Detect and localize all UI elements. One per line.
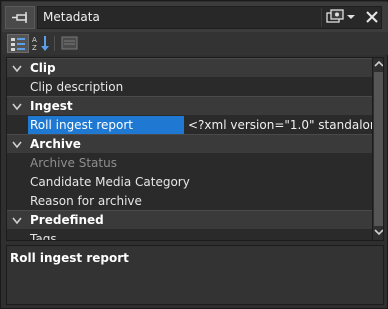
- property-row-selected[interactable]: Roll ingest report <?xml version="1.0" s…: [7, 116, 372, 135]
- section-archive[interactable]: Archive: [7, 134, 372, 153]
- metadata-panel: Metadata A Z Clip Clip description Inges…: [0, 0, 388, 309]
- vertical-scrollbar[interactable]: [372, 58, 384, 240]
- scroll-up-icon[interactable]: [374, 60, 384, 68]
- section-label: Ingest: [30, 99, 73, 113]
- property-label: Candidate Media Category: [30, 175, 190, 189]
- pin-icon: [12, 12, 27, 23]
- description-title: Roll ingest report: [10, 251, 129, 265]
- property-row[interactable]: Clip description: [7, 78, 372, 97]
- pin-button[interactable]: [5, 6, 35, 29]
- toolbar: A Z: [2, 32, 388, 55]
- description-panel: Roll ingest report: [6, 245, 384, 305]
- alphabetical-sort-icon: A Z: [32, 36, 49, 52]
- section-predefined[interactable]: Predefined: [7, 210, 372, 229]
- settings-dropdown-icon: [326, 9, 355, 23]
- property-label: Tags: [30, 232, 57, 241]
- property-row[interactable]: Tags: [7, 230, 372, 241]
- property-label: Clip description: [30, 80, 124, 94]
- close-button[interactable]: [363, 8, 381, 27]
- scroll-down-icon[interactable]: [374, 228, 384, 236]
- section-ingest[interactable]: Ingest: [7, 96, 372, 115]
- chevron-down-icon[interactable]: [12, 217, 22, 225]
- panel-menu-button[interactable]: [321, 8, 359, 27]
- panel-title: Metadata: [43, 10, 100, 24]
- property-grid: Clip Clip description Ingest Roll ingest…: [6, 57, 384, 241]
- toolbar-separator: [54, 36, 55, 51]
- categorized-view-icon: [11, 38, 25, 51]
- property-row[interactable]: Archive Status: [7, 154, 372, 173]
- property-label: Roll ingest report: [30, 118, 133, 132]
- alphabetical-sort-button[interactable]: A Z: [30, 34, 52, 53]
- property-value[interactable]: <?xml version="1.0" standalone=": [188, 118, 372, 132]
- property-row[interactable]: Candidate Media Category: [7, 173, 372, 192]
- selection-highlight: Roll ingest report: [28, 116, 184, 134]
- panel-tab[interactable]: Metadata: [37, 6, 382, 29]
- chevron-down-icon[interactable]: [12, 141, 22, 149]
- section-label: Clip: [30, 61, 56, 75]
- svg-text:A: A: [32, 36, 37, 44]
- property-label: Reason for archive: [30, 194, 142, 208]
- svg-text:Z: Z: [32, 44, 37, 52]
- section-clip[interactable]: Clip: [7, 58, 372, 77]
- section-label: Predefined: [30, 213, 104, 227]
- close-icon: [366, 11, 378, 23]
- scrollbar-thumb[interactable]: [374, 72, 383, 226]
- chevron-down-icon[interactable]: [12, 103, 22, 111]
- property-pages-button[interactable]: [59, 34, 81, 53]
- section-label: Archive: [30, 137, 81, 151]
- property-label: Archive Status: [30, 156, 117, 170]
- property-pages-icon: [61, 36, 78, 50]
- categorized-view-button[interactable]: [7, 34, 29, 53]
- title-bar: Metadata: [2, 2, 388, 32]
- property-row[interactable]: Reason for archive: [7, 192, 372, 211]
- chevron-down-icon[interactable]: [12, 65, 22, 73]
